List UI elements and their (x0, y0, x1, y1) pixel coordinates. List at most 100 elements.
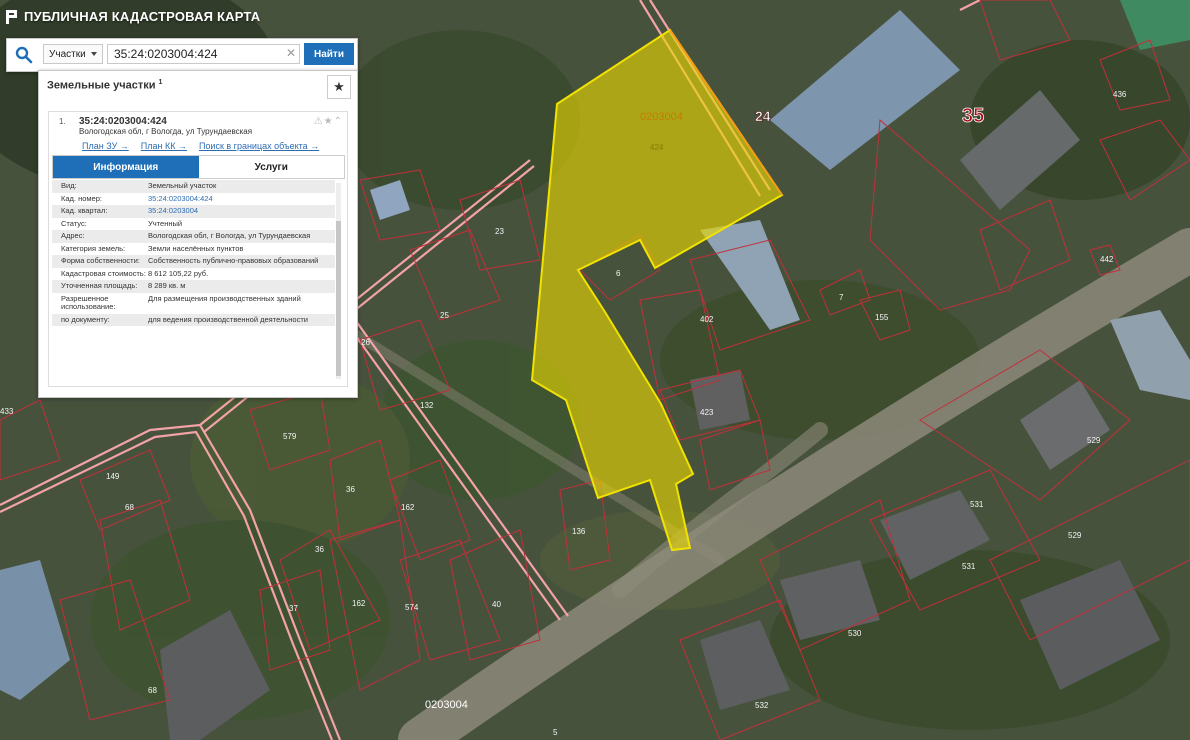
result-tabs: Информация Услуги (52, 155, 345, 179)
info-scrollbar[interactable] (336, 183, 341, 379)
search-within-object-link[interactable]: Поиск в границах объекта → (199, 141, 319, 151)
parcel-label: 530 (848, 629, 862, 638)
info-label: Адрес: (61, 231, 85, 240)
info-label: Категория земель: (61, 243, 126, 253)
parcel-label: 26 (361, 338, 370, 347)
brand[interactable]: ПУБЛИЧНАЯ КАДАСТРОВАЯ КАРТА (6, 9, 260, 24)
info-table: Вид: Земельный участок Кад. номер: 35:24:0… (52, 180, 335, 383)
chevron-down-icon (91, 52, 97, 56)
parcel-label: 574 (405, 603, 419, 612)
parcel-label: 68 (148, 686, 157, 695)
parcel-label: 529 (1068, 531, 1082, 540)
parcel-label: 402 (700, 315, 714, 324)
result-card[interactable]: 1. 35:24:0203004:424 Вологодская обл, г … (48, 111, 348, 387)
block-label-bottom: 0203004 (425, 699, 468, 711)
object-type-select[interactable]: Участки (43, 44, 103, 64)
panel-title: Земельные участки 1 (47, 79, 162, 92)
info-value: Вологодская обл, г Вологда, ул Турундаев… (148, 231, 311, 240)
parcel-label: 40 (492, 600, 501, 609)
info-label: по документу: (61, 314, 110, 324)
info-row: Кадастровая стоимость: 8 612 105,22 руб. (52, 268, 335, 281)
info-row: Форма собственности: Собственность публич… (52, 255, 335, 268)
top-bar: ПУБЛИЧНАЯ КАДАСТРОВАЯ КАРТА (0, 0, 1190, 34)
parcel-label: 36 (346, 485, 355, 494)
parcel-label: 162 (352, 599, 366, 608)
parcel-label: 162 (401, 503, 415, 512)
parcel-label: 36 (315, 545, 324, 554)
tab-services[interactable]: Услуги (198, 156, 344, 178)
parcel-label: 155 (875, 313, 889, 322)
info-row: Адрес: Вологодская обл, г Вологда, ул Тур… (52, 230, 335, 243)
parcel-label: 25 (440, 311, 449, 320)
star-icon: ★ (333, 79, 345, 94)
info-label: Кад. номер: (61, 193, 102, 203)
rosreestr-logo-icon (6, 9, 17, 24)
info-row: Кад. номер: 35:24:0203004:424 (52, 193, 335, 206)
tab-information[interactable]: Информация (53, 156, 199, 178)
parcel-label: 37 (289, 604, 298, 613)
favorites-button[interactable]: ★ (327, 75, 351, 99)
search-bar: Участки ✕ Найти (6, 38, 358, 72)
result-index: 1. (59, 117, 66, 126)
info-value: Для размещения производственных зданий (148, 293, 301, 303)
parcel-label: 433 (0, 407, 14, 416)
parcel-label: 136 (572, 527, 586, 536)
parcel-label: 442 (1100, 255, 1114, 264)
result-links: План ЗУ → План КК → Поиск в границах объ… (82, 141, 319, 151)
info-value-link[interactable]: 35:24:0203004:424 (148, 193, 335, 206)
cadastral-number-input[interactable] (107, 44, 300, 64)
parcel-label: 532 (755, 701, 769, 710)
info-value: 8 612 105,22 руб. (148, 268, 209, 278)
info-value: Учтенный (148, 218, 183, 228)
info-value: Земельный участок (148, 181, 217, 190)
info-row: Кад. квартал: 35:24:0203004 (52, 205, 335, 218)
parcel-label-424: 424 (650, 143, 664, 152)
find-button[interactable]: Найти (304, 43, 354, 65)
result-address: Вологодская обл, г Вологда, ул Турундаев… (79, 127, 253, 136)
card-actions-icon[interactable]: ⚠★⌃ (314, 116, 343, 127)
info-value-link[interactable]: 35:24:0203004 (148, 205, 335, 218)
scrollbar-thumb[interactable] (336, 221, 341, 376)
plan-zu-link[interactable]: План ЗУ → (82, 141, 129, 151)
quarter-label-35: 35 (962, 105, 984, 127)
parcel-label: 531 (970, 500, 984, 509)
info-row: Вид: Земельный участок (52, 180, 335, 193)
panel-title-text: Земельные участки (47, 79, 156, 92)
plan-kk-link[interactable]: План КК → (141, 141, 187, 151)
info-label: Уточненная площадь: (61, 281, 138, 290)
parcel-label: 529 (1087, 436, 1101, 445)
info-row: по документу: для ведения производственно… (52, 313, 335, 326)
info-row: Разрешенное использование: Для размещения… (52, 293, 335, 314)
result-cadastral-number[interactable]: 35:24:0203004:424 (79, 116, 167, 127)
parcel-label: 132 (420, 401, 434, 410)
info-label: Кадастровая стоимость: (61, 268, 146, 278)
info-row: Уточненная площадь: 8 289 кв. м (52, 280, 335, 293)
info-value: 8 289 кв. м (148, 281, 186, 290)
parcel-label: 423 (700, 408, 714, 417)
parcel-label: 6 (616, 269, 621, 278)
parcel-label: 149 (106, 472, 120, 481)
parcel-label: 5 (553, 728, 558, 737)
parcel-label: 531 (962, 562, 976, 571)
parcel-label: 23 (495, 227, 504, 236)
app-title: ПУБЛИЧНАЯ КАДАСТРОВАЯ КАРТА (24, 9, 261, 24)
parcel-label: 436 (1113, 90, 1127, 99)
quarter-label-24: 24 (755, 108, 771, 124)
parcel-label: 7 (839, 293, 844, 302)
info-value: Земли населённых пунктов (148, 243, 244, 253)
parcel-label: 68 (125, 503, 134, 512)
info-value: для ведения производственной деятельност… (148, 314, 308, 324)
parcel-label: 579 (283, 432, 297, 441)
results-panel: Земельные участки 1 ★ 1. 35:24:0203004:4… (38, 70, 358, 398)
info-label: Вид: (61, 181, 77, 190)
info-row: Категория земель: Земли населённых пункто… (52, 243, 335, 256)
info-row: Статус: Учтенный (52, 218, 335, 231)
object-type-value: Участки (49, 48, 86, 60)
info-label: Разрешенное использование: (61, 293, 116, 311)
info-label: Статус: (61, 218, 87, 228)
clear-icon[interactable]: ✕ (286, 46, 296, 60)
info-label: Форма собственности: (61, 256, 140, 265)
search-icon[interactable] (15, 46, 33, 64)
block-label-top: 0203004 (640, 111, 683, 123)
info-label: Кад. квартал: (61, 206, 108, 215)
